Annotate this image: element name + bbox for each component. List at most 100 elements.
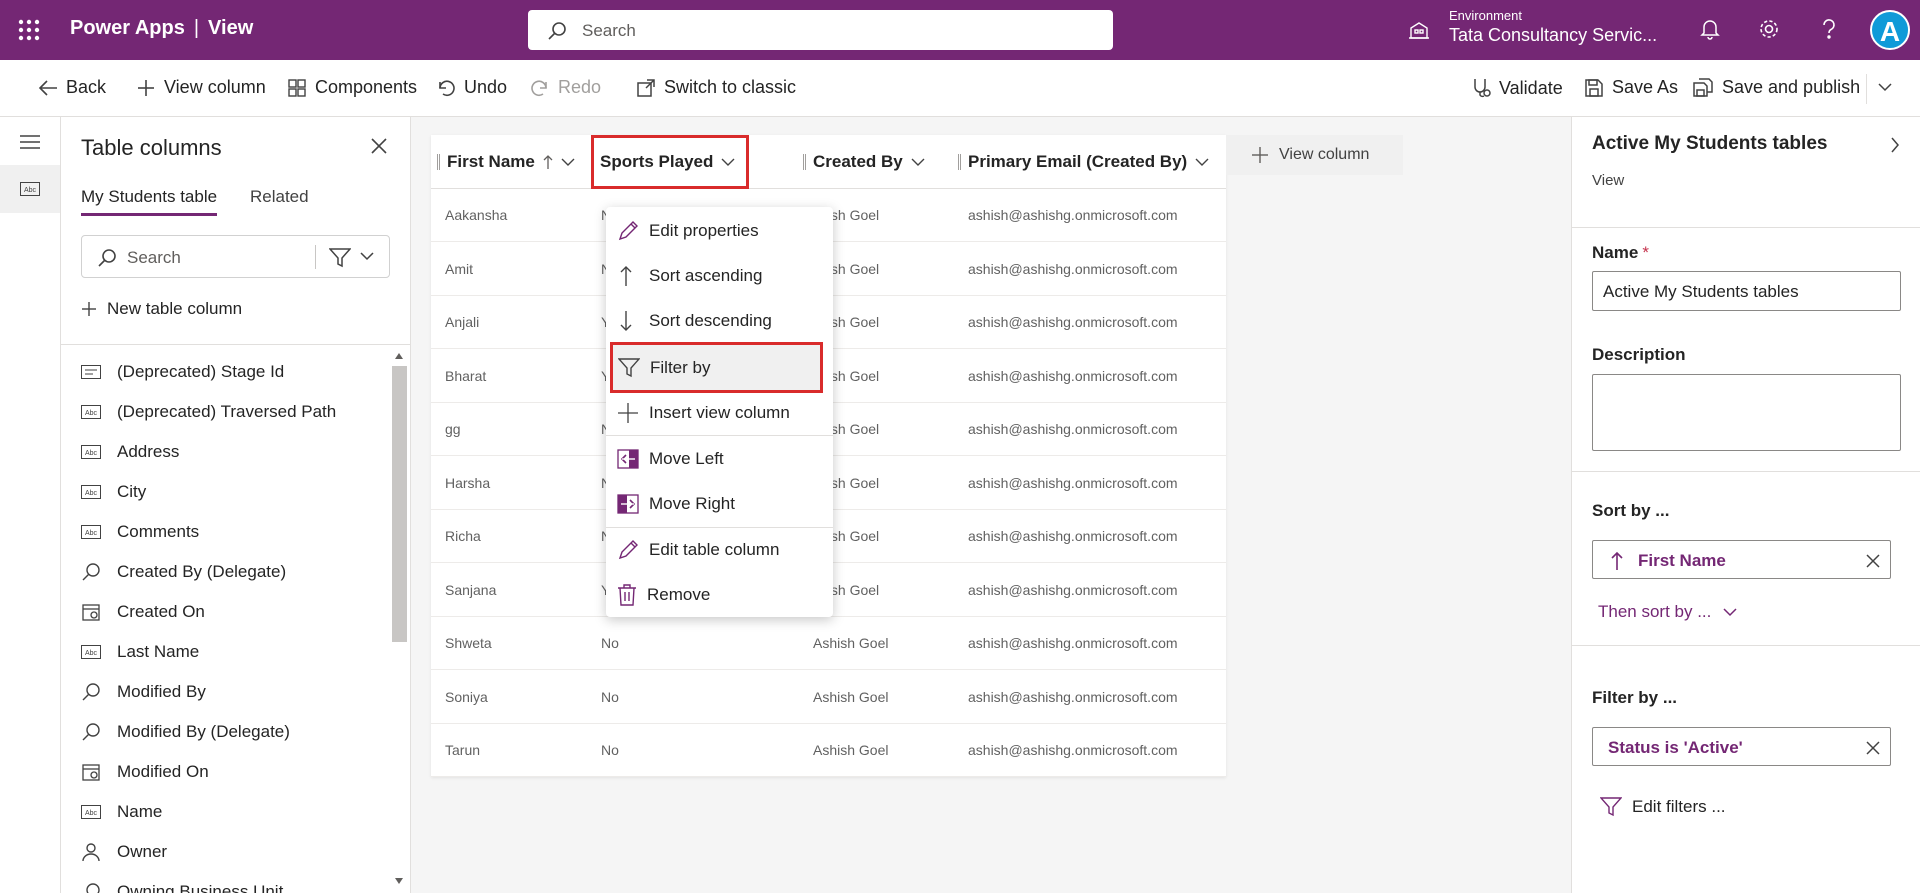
table-row[interactable]: Tarun No Ashish Goel ashish@ashishg.onmicro… <box>431 724 1226 777</box>
cell-created-by: Ashish Goel <box>813 635 889 651</box>
column-list-item[interactable]: Modified By <box>81 672 381 712</box>
column-list-item[interactable]: Abc (Deprecated) Traversed Path <box>81 392 381 432</box>
then-sort-by-button[interactable]: Then sort by ... <box>1598 602 1737 622</box>
scrollbar-thumb[interactable] <box>392 366 407 642</box>
tab-related[interactable]: Related <box>250 187 309 207</box>
column-resize-grip[interactable] <box>958 154 961 170</box>
name-input[interactable]: Active My Students tables <box>1592 271 1901 311</box>
menu-item-edit-properties[interactable]: Edit properties <box>606 212 833 250</box>
filter-icon[interactable] <box>329 248 351 268</box>
column-list-item-label: Owner <box>117 842 168 861</box>
column-list-item-label: Created By (Delegate) <box>117 562 287 581</box>
app-title[interactable]: Power Apps | View <box>70 17 253 40</box>
rail-table-columns[interactable]: Abc <box>0 165 60 213</box>
cell-sports-played: No <box>601 635 619 651</box>
column-list-item[interactable]: (Deprecated) Stage Id <box>81 352 381 392</box>
column-list-item[interactable]: Abc Name <box>81 792 381 832</box>
text-field-icon: Abc <box>81 805 109 819</box>
column-list-item[interactable]: Abc Address <box>81 432 381 472</box>
column-list-item[interactable]: Owning Business Unit <box>81 872 381 893</box>
column-list-item-label: Modified By (Delegate) <box>117 722 290 741</box>
chevron-down-icon <box>561 158 575 166</box>
sort-by-chip[interactable]: First Name <box>1592 540 1891 579</box>
menu-item-edit-table-column[interactable]: Edit table column <box>606 531 833 569</box>
menu-item-filter-by[interactable]: Filter by <box>610 342 823 393</box>
column-header-created-by[interactable]: Created By <box>803 152 925 172</box>
menu-item-label: Filter by <box>650 357 711 377</box>
environment-icon[interactable] <box>1408 19 1430 41</box>
redo-button[interactable]: Redo <box>530 77 601 98</box>
components-button[interactable]: Components <box>287 77 417 98</box>
filter-chip[interactable]: Status is 'Active' <box>1592 727 1891 766</box>
column-resize-grip[interactable] <box>437 154 440 170</box>
trash-icon <box>618 584 636 606</box>
column-list-item[interactable]: Modified On <box>81 752 381 792</box>
text-field-icon: Abc <box>20 182 40 196</box>
person-icon <box>81 842 109 862</box>
app-launcher-icon[interactable] <box>18 19 40 41</box>
chevron-down-icon[interactable] <box>360 252 374 261</box>
column-list-item[interactable]: Created By (Delegate) <box>81 552 381 592</box>
sort-ascending-icon <box>543 155 553 169</box>
column-header-primary-email[interactable]: Primary Email (Created By) <box>958 152 1209 172</box>
menu-item-move-right[interactable]: Move Right <box>606 485 833 523</box>
save-and-publish-button[interactable]: Save and publish <box>1692 77 1860 98</box>
close-icon[interactable] <box>370 137 388 155</box>
table-row[interactable]: Shweta No Ashish Goel ashish@ashishg.onmicr… <box>431 617 1226 670</box>
column-search-input[interactable]: Search <box>81 235 390 278</box>
filter-by-row: Filter by <box>610 342 823 393</box>
settings-gear-icon[interactable] <box>1758 18 1780 40</box>
new-table-column-label: New table column <box>107 299 243 318</box>
column-list-item[interactable]: Modified By (Delegate) <box>81 712 381 752</box>
validate-button[interactable]: Validate <box>1471 77 1563 99</box>
edit-filters-button[interactable]: Edit filters ... <box>1600 797 1726 817</box>
environment-label: Environment <box>1449 8 1522 23</box>
new-table-column-button[interactable]: New table column <box>81 299 242 319</box>
environment-name[interactable]: Tata Consultancy Servic... <box>1449 25 1657 46</box>
help-icon[interactable] <box>1821 18 1837 40</box>
column-list-item-label: Modified On <box>117 762 209 781</box>
column-list-item-label: Modified By <box>117 682 206 701</box>
back-button[interactable]: Back <box>38 77 106 98</box>
user-avatar[interactable]: A <box>1870 10 1910 50</box>
remove-sort-close-icon[interactable] <box>1865 553 1881 569</box>
scroll-down-arrow[interactable] <box>395 878 403 884</box>
undo-button[interactable]: Undo <box>436 77 507 98</box>
chevron-down-icon <box>911 158 925 166</box>
components-label: Components <box>315 77 418 97</box>
column-resize-grip[interactable] <box>803 154 806 170</box>
search-icon <box>97 248 117 268</box>
cell-primary-email: ashish@ashishg.onmicrosoft.com <box>968 581 1178 598</box>
column-list-item[interactable]: Abc City <box>81 472 381 512</box>
add-view-column-button[interactable]: View column <box>136 77 266 98</box>
title-separator: | <box>193 17 200 39</box>
hamburger-menu-icon[interactable] <box>20 134 40 150</box>
collapse-panel-chevron-icon[interactable] <box>1890 136 1900 154</box>
menu-item-remove[interactable]: Remove <box>606 576 833 614</box>
menu-item-move-left[interactable]: Move Left <box>606 440 833 478</box>
filter-icon <box>618 357 640 377</box>
description-textarea[interactable] <box>1592 374 1901 451</box>
column-list-item[interactable]: Created On <box>81 592 381 632</box>
column-list-item-label: Comments <box>117 522 200 541</box>
global-search-input[interactable]: Search <box>528 10 1113 50</box>
then-sort-label: Then sort by ... <box>1598 602 1712 621</box>
save-options-chevron-icon[interactable] <box>1877 82 1893 92</box>
svg-text:Abc: Abc <box>85 490 98 497</box>
add-view-column-header-button[interactable]: View column <box>1226 135 1403 175</box>
column-list-item[interactable]: Abc Last Name <box>81 632 381 672</box>
menu-item-insert-view-column[interactable]: Insert view column <box>606 394 833 432</box>
column-list-item[interactable]: Abc Comments <box>81 512 381 552</box>
table-row[interactable]: Soniya No Ashish Goel ashish@ashishg.onmicr… <box>431 671 1226 724</box>
column-header-first-name[interactable]: First Name <box>437 152 575 172</box>
switch-to-classic-button[interactable]: Switch to classic <box>636 77 796 98</box>
menu-item-sort-ascending[interactable]: Sort ascending <box>606 257 833 295</box>
column-list-item[interactable]: Owner <box>81 832 381 872</box>
menu-separator <box>606 527 833 528</box>
notification-bell-icon[interactable] <box>1700 18 1720 40</box>
save-as-button[interactable]: Save As <box>1584 77 1678 98</box>
tab-my-students-table[interactable]: My Students table <box>81 187 218 216</box>
menu-item-sort-descending[interactable]: Sort descending <box>606 302 833 340</box>
scroll-up-arrow[interactable] <box>395 353 403 359</box>
remove-filter-close-icon[interactable] <box>1865 740 1881 756</box>
